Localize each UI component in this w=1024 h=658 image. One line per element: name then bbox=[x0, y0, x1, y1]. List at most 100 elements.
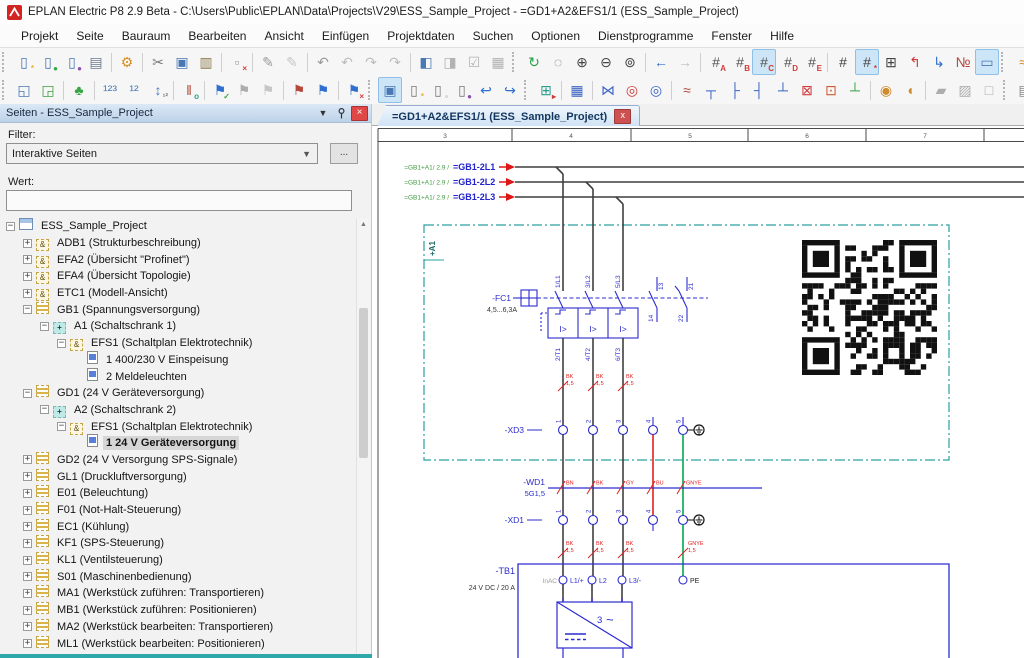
tree-item[interactable]: −+A1 (Schaltschrank 1) bbox=[2, 318, 356, 335]
menu-optionen[interactable]: Optionen bbox=[522, 26, 589, 46]
expand-icon[interactable]: + bbox=[23, 472, 32, 481]
signal-tracing-button[interactable]: ≈ bbox=[1011, 49, 1024, 75]
terminal-strip-xd1[interactable]: -XD1 1 2 3 4 5 bbox=[505, 509, 704, 531]
tree-item[interactable]: −&EFS1 (Schaltplan Elektrotechnik) bbox=[2, 335, 356, 352]
potential-tracking-button[interactable]: ◎ bbox=[620, 77, 644, 103]
grid-d-button[interactable]: #D bbox=[776, 49, 800, 75]
remove-flag-button[interactable]: ⚑× bbox=[342, 77, 366, 103]
tree-item[interactable]: +MA1 (Werkstück zuführen: Transportieren… bbox=[2, 585, 356, 602]
tab-schematic-page[interactable]: =GD1+A2&EFS1/1 (ESS_Sample_Project) x bbox=[377, 105, 640, 127]
collapse-icon[interactable]: − bbox=[57, 339, 66, 348]
collapse-icon[interactable]: − bbox=[40, 405, 49, 414]
menu-hilfe[interactable]: Hilfe bbox=[761, 26, 803, 46]
goto-counterpart-button[interactable]: ◲ bbox=[36, 77, 60, 103]
tree-item[interactable]: +F01 (Not-Halt-Steuerung) bbox=[2, 502, 356, 519]
undo-button[interactable]: ↶ bbox=[311, 49, 335, 75]
tree-item[interactable]: +EC1 (Kühlung) bbox=[2, 518, 356, 535]
copy-button[interactable]: ▣ bbox=[170, 49, 194, 75]
expand-icon[interactable]: + bbox=[23, 606, 32, 615]
expand-icon[interactable]: + bbox=[23, 255, 32, 264]
menu-bearbeiten[interactable]: Bearbeiten bbox=[179, 26, 255, 46]
expand-icon[interactable]: + bbox=[23, 522, 32, 531]
collapse-icon[interactable]: − bbox=[57, 422, 66, 431]
zoom-in-button[interactable]: ⊕ bbox=[570, 49, 594, 75]
polygon-select-button[interactable]: ▰ bbox=[929, 77, 953, 103]
collapse-icon[interactable]: − bbox=[23, 389, 32, 398]
export-page-button[interactable]: ↪ bbox=[498, 77, 522, 103]
hatch-fill-button[interactable]: ▨ bbox=[953, 77, 977, 103]
toolbar-grip[interactable] bbox=[1003, 80, 1010, 100]
tree-item[interactable]: +KL1 (Ventilsteuerung) bbox=[2, 552, 356, 569]
page-macro-button[interactable]: ▯◦ bbox=[426, 77, 450, 103]
edit-terminal-strip-button[interactable]: ‖o bbox=[177, 77, 201, 103]
object-snap-button[interactable]: ⊞ bbox=[879, 49, 903, 75]
scroll-up-icon[interactable]: ▲ bbox=[357, 218, 370, 231]
scrollbar-thumb[interactable] bbox=[359, 308, 368, 458]
tree-item[interactable]: 1 400/230 V Einspeisung bbox=[2, 352, 356, 369]
motor-breaker-fc1[interactable]: -FC1 4,5...6,3A bbox=[487, 275, 708, 361]
zoom-window-button[interactable]: ◌ bbox=[546, 49, 570, 75]
tree-item[interactable]: +GL1 (Druckluftversorgung) bbox=[2, 468, 356, 485]
expand-icon[interactable]: + bbox=[23, 506, 32, 515]
t-node-left-button[interactable]: ┤ bbox=[747, 77, 771, 103]
snap-to-grid-button[interactable]: #* bbox=[855, 49, 879, 75]
expand-icon[interactable]: + bbox=[23, 489, 32, 498]
cable-wd1[interactable]: -WD1 5G1,5 BN BK GY BU GNYE bbox=[523, 477, 762, 498]
tree-item[interactable]: −GD1 (24 V Geräteversorgung) bbox=[2, 385, 356, 402]
tree-item[interactable]: +&EFA2 (Übersicht "Profinet") bbox=[2, 251, 356, 268]
grid-display-button[interactable]: # bbox=[831, 49, 855, 75]
undo-list-button[interactable]: ↶ bbox=[335, 49, 359, 75]
cut-button[interactable]: ✂ bbox=[146, 49, 170, 75]
expand-icon[interactable]: + bbox=[23, 539, 32, 548]
tool-widget-button[interactable]: ▤ bbox=[1013, 77, 1024, 103]
tree-item[interactable]: −+A2 (Schaltschrank 2) bbox=[2, 402, 356, 419]
settings-wrench-button[interactable]: ⚙ bbox=[115, 49, 139, 75]
t-node-up-button[interactable]: ┴ bbox=[771, 77, 795, 103]
tree-item[interactable]: 1 24 V Geräteversorgung bbox=[2, 435, 356, 452]
tree-item[interactable]: +S01 (Maschinenbedienung) bbox=[2, 568, 356, 585]
tree-item[interactable]: −GB1 (Spannungsversorgung) bbox=[2, 301, 356, 318]
dashed-selection-button[interactable]: □ bbox=[977, 77, 1001, 103]
collapse-icon[interactable]: − bbox=[6, 222, 15, 231]
format-brush-2-button[interactable]: ✎ bbox=[280, 49, 304, 75]
expand-icon[interactable]: + bbox=[23, 239, 32, 248]
expand-icon[interactable]: + bbox=[23, 289, 32, 298]
tree-item[interactable]: +GD2 (24 V Versorgung SPS-Signale) bbox=[2, 452, 356, 469]
zoom-out-button[interactable]: ⊖ bbox=[594, 49, 618, 75]
junction-point-button[interactable]: ⊡ bbox=[819, 77, 843, 103]
potential-node-button[interactable]: ┴ bbox=[843, 77, 867, 103]
back-button[interactable]: ← bbox=[649, 49, 673, 75]
cable-definition-button[interactable]: ◉ bbox=[874, 77, 898, 103]
toolbar-grip[interactable] bbox=[524, 80, 531, 100]
renumber-button[interactable]: ↕¹² bbox=[146, 77, 170, 103]
toolbar-grip[interactable] bbox=[368, 80, 375, 100]
expand-icon[interactable]: + bbox=[23, 556, 32, 565]
tab-close-icon[interactable]: x bbox=[614, 109, 631, 124]
connection-symbols-button[interactable]: ⋈ bbox=[596, 77, 620, 103]
zoom-100-button[interactable]: ⊚ bbox=[618, 49, 642, 75]
collapse-icon[interactable]: − bbox=[23, 305, 32, 314]
wert-input[interactable] bbox=[6, 190, 352, 211]
menu-bauraum[interactable]: Bauraum bbox=[113, 26, 180, 46]
check-document-button[interactable]: ☑ bbox=[462, 49, 486, 75]
scale-display-button[interactable]: ▭ bbox=[975, 49, 999, 75]
format-brush-button[interactable]: ✎ bbox=[256, 49, 280, 75]
menu-dienstprogramme[interactable]: Dienstprogramme bbox=[589, 26, 702, 46]
menu-projekt[interactable]: Projekt bbox=[12, 26, 67, 46]
panel-header[interactable]: Seiten - ESS_Sample_Project ▼ × bbox=[0, 104, 371, 123]
panel-menu-icon[interactable]: ▼ bbox=[315, 106, 331, 120]
tree-item[interactable]: +E01 (Beleuchtung) bbox=[2, 485, 356, 502]
print-button[interactable]: ▤ bbox=[84, 49, 108, 75]
window-layout-button[interactable]: ◨ bbox=[438, 49, 462, 75]
tree-item[interactable]: +MA2 (Werkstück bearbeiten: Transportier… bbox=[2, 619, 356, 636]
collapse-icon[interactable]: − bbox=[40, 322, 49, 331]
window-macro-button[interactable]: ▯● bbox=[450, 77, 474, 103]
table-view-button[interactable]: ▦ bbox=[486, 49, 510, 75]
toolbar-grip[interactable] bbox=[1001, 52, 1008, 72]
power-supply-tb1[interactable]: -TB1 24 V DC / 20 A InAC L1/+ L2 L3/- PE bbox=[469, 564, 949, 658]
plugin-button[interactable]: ♣ bbox=[67, 77, 91, 103]
tree-item[interactable]: +ML1 (Werkstück bearbeiten: Positioniere… bbox=[2, 635, 356, 652]
pin-icon[interactable] bbox=[333, 106, 349, 120]
menu-einfügen[interactable]: Einfügen bbox=[313, 26, 378, 46]
tree-item[interactable]: +MB1 (Werkstück zuführen: Positionieren) bbox=[2, 602, 356, 619]
